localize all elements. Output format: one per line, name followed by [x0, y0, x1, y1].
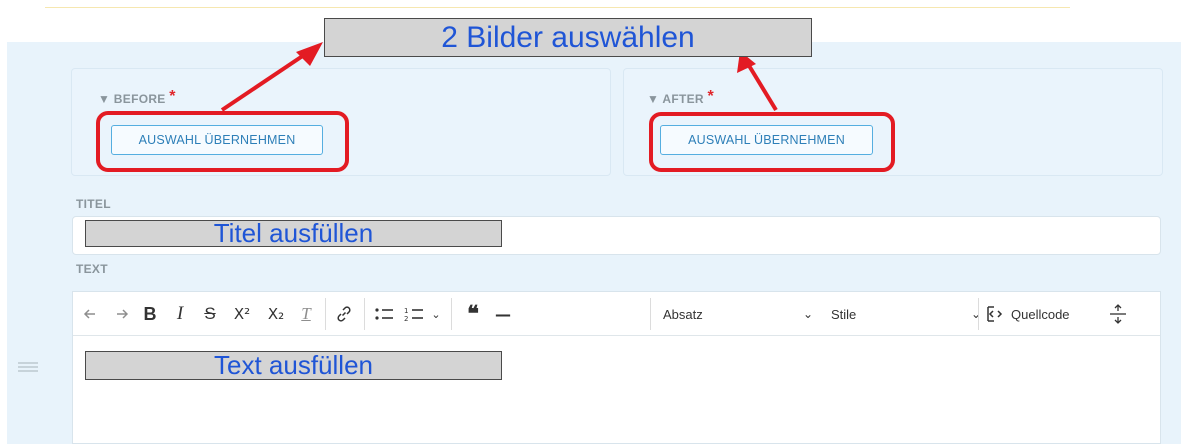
numbered-list-icon[interactable]: 12	[401, 300, 427, 328]
paragraph-format-select[interactable]: Absatz ⌄	[663, 300, 813, 328]
before-label-text: ▼ BEFORE	[98, 92, 166, 106]
svg-text:1: 1	[404, 307, 408, 315]
required-marker: *	[707, 88, 715, 105]
after-highlight	[649, 112, 895, 172]
page-break-icon[interactable]	[1105, 300, 1131, 328]
styles-value: Stile	[831, 306, 857, 322]
strikethrough-button[interactable]: S	[199, 300, 221, 328]
subscript-button[interactable]: X₂	[261, 300, 291, 328]
before-label: ▼ BEFORE *	[98, 88, 176, 108]
text-label: TEXT	[76, 262, 108, 276]
required-marker: *	[169, 88, 176, 105]
styles-select[interactable]: Stile ⌄	[831, 300, 981, 328]
paragraph-format-value: Absatz	[663, 306, 703, 322]
toolbar-separator	[364, 298, 365, 330]
svg-text:2: 2	[404, 315, 408, 322]
chevron-down-icon: ⌄	[970, 307, 981, 321]
drag-handle[interactable]	[18, 362, 38, 372]
italic-button[interactable]: I	[169, 300, 191, 328]
undo-icon[interactable]	[81, 300, 103, 328]
editor-toolbar: B I S X² X₂ T 12 ⌄ ❝ — Absatz ⌄ Stile ⌄	[73, 292, 1160, 336]
toolbar-separator	[451, 298, 452, 330]
superscript-button[interactable]: X²	[227, 300, 257, 328]
redo-icon[interactable]	[109, 300, 131, 328]
bold-button[interactable]: B	[139, 300, 161, 328]
callout-select-images: 2 Bilder auswählen	[324, 18, 812, 57]
toolbar-separator	[978, 298, 979, 330]
horizontal-line-button[interactable]: —	[491, 300, 515, 328]
toolbar-separator	[650, 298, 651, 330]
chevron-down-icon: ⌄	[802, 307, 813, 321]
before-highlight	[96, 111, 349, 172]
title-label: TITEL	[76, 197, 111, 211]
callout-fill-text: Text ausfüllen	[85, 350, 502, 380]
chevron-down-icon[interactable]: ⌄	[429, 300, 443, 328]
callout-fill-title: Titel ausfüllen	[85, 218, 502, 248]
toolbar-separator	[325, 298, 326, 330]
after-label: ▼ AFTER *	[647, 88, 715, 108]
link-icon[interactable]	[332, 300, 356, 328]
source-code-button[interactable]: Quellcode	[985, 300, 1095, 328]
remove-format-button[interactable]: T	[295, 300, 317, 328]
after-label-text: ▼ AFTER	[647, 92, 704, 106]
source-code-label: Quellcode	[1011, 306, 1070, 322]
source-code-icon	[987, 306, 1003, 322]
bulleted-list-icon[interactable]	[371, 300, 397, 328]
top-divider	[45, 7, 1070, 8]
blockquote-button[interactable]: ❝	[461, 300, 485, 328]
